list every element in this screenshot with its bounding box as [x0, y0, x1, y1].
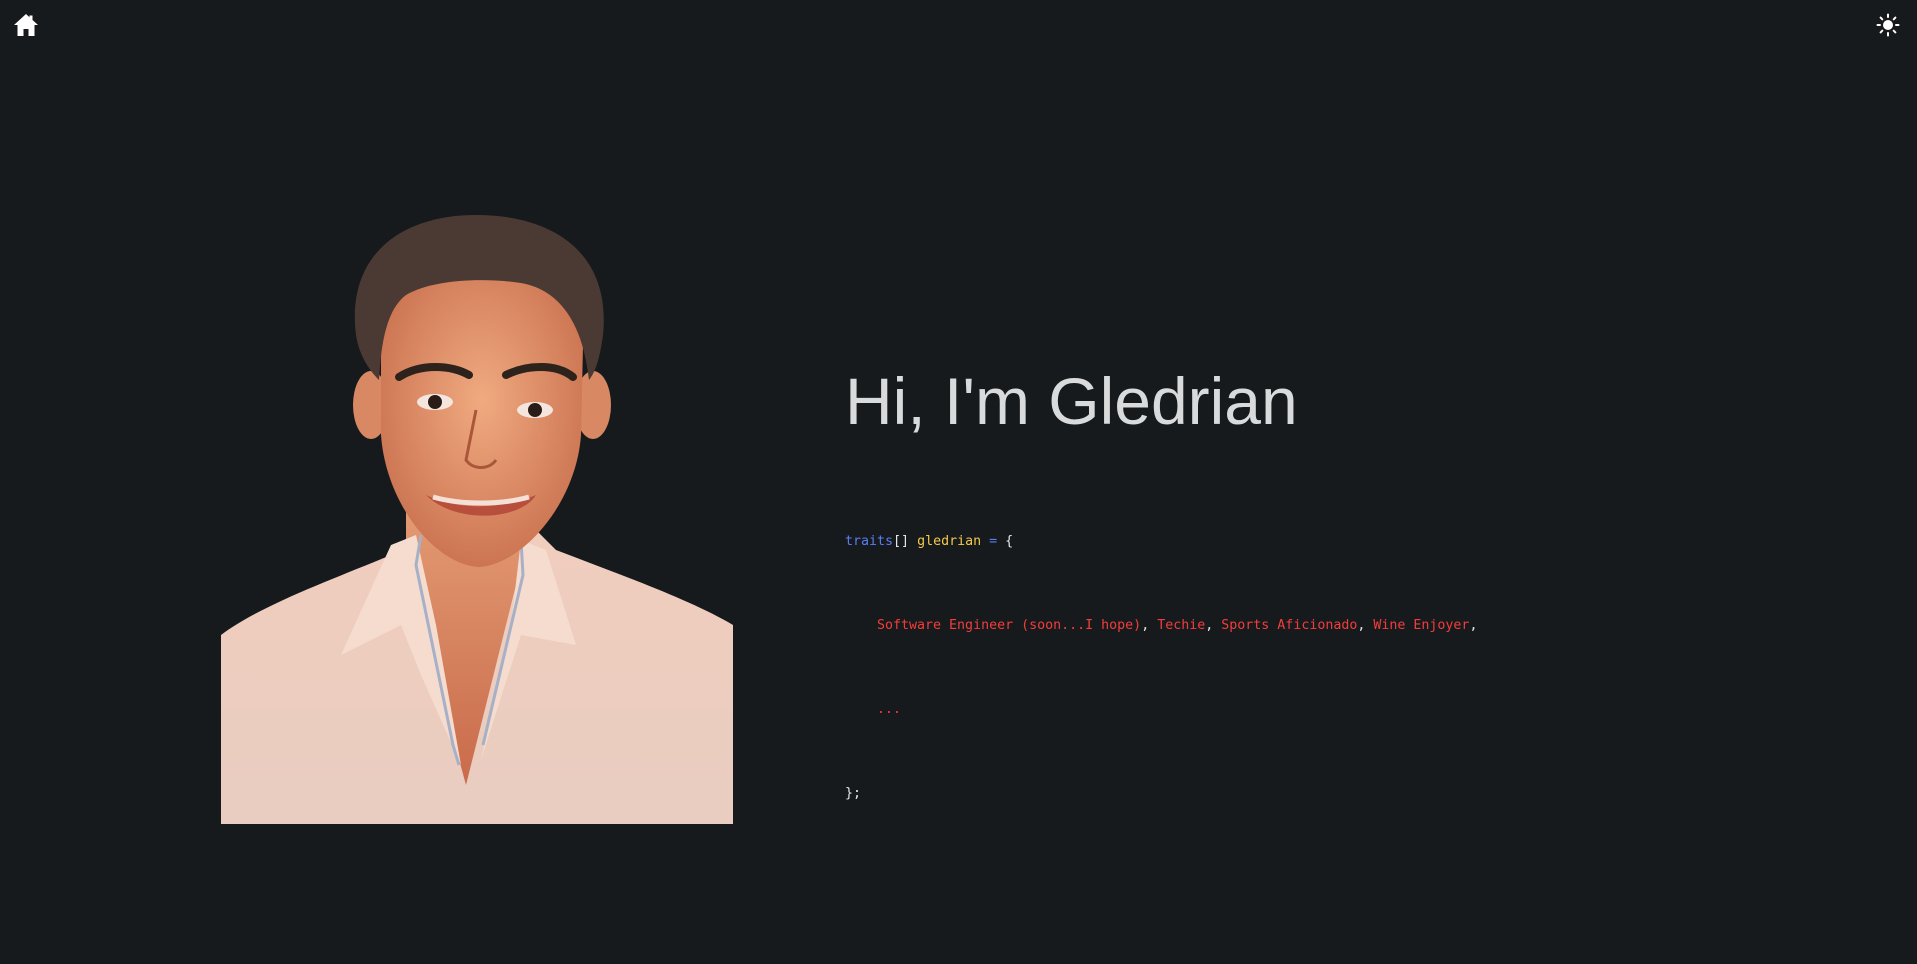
code-line-declaration: traits[] gledrian = {	[845, 528, 1745, 556]
code-line-ellipsis: ...	[845, 696, 1745, 724]
theme-toggle-button[interactable]	[1876, 13, 1900, 37]
code-line-traits: Software Engineer (soon...I hope), Techi…	[877, 618, 1478, 633]
code-variable: gledrian	[917, 534, 982, 549]
code-ellipsis: ...	[877, 702, 902, 717]
traits-code-block: traits[] gledrian = { Software Engineer …	[845, 472, 1745, 864]
code-assign: =	[989, 534, 998, 549]
code-open-brace: {	[1005, 534, 1014, 549]
trait-item: Sports Aficionado	[1221, 618, 1358, 633]
code-line-close: };	[845, 780, 1745, 808]
hero-section: Hi, I'm Gledrian traits[] gledrian = { S…	[845, 360, 1745, 864]
page: Hi, I'm Gledrian traits[] gledrian = { S…	[0, 0, 1917, 964]
home-button[interactable]	[13, 13, 39, 37]
sun-icon	[1876, 13, 1900, 37]
home-icon	[14, 14, 38, 36]
trait-item: Techie	[1157, 618, 1206, 633]
trait-item: Software Engineer (soon...I hope)	[877, 618, 1142, 633]
code-close: };	[845, 786, 862, 801]
code-type-keyword: traits	[845, 534, 894, 549]
code-brackets: []	[893, 534, 910, 549]
hero-greeting: Hi, I'm Gledrian	[845, 364, 1298, 438]
profile-portrait	[221, 215, 733, 824]
trait-item: Wine Enjoyer	[1373, 618, 1470, 633]
